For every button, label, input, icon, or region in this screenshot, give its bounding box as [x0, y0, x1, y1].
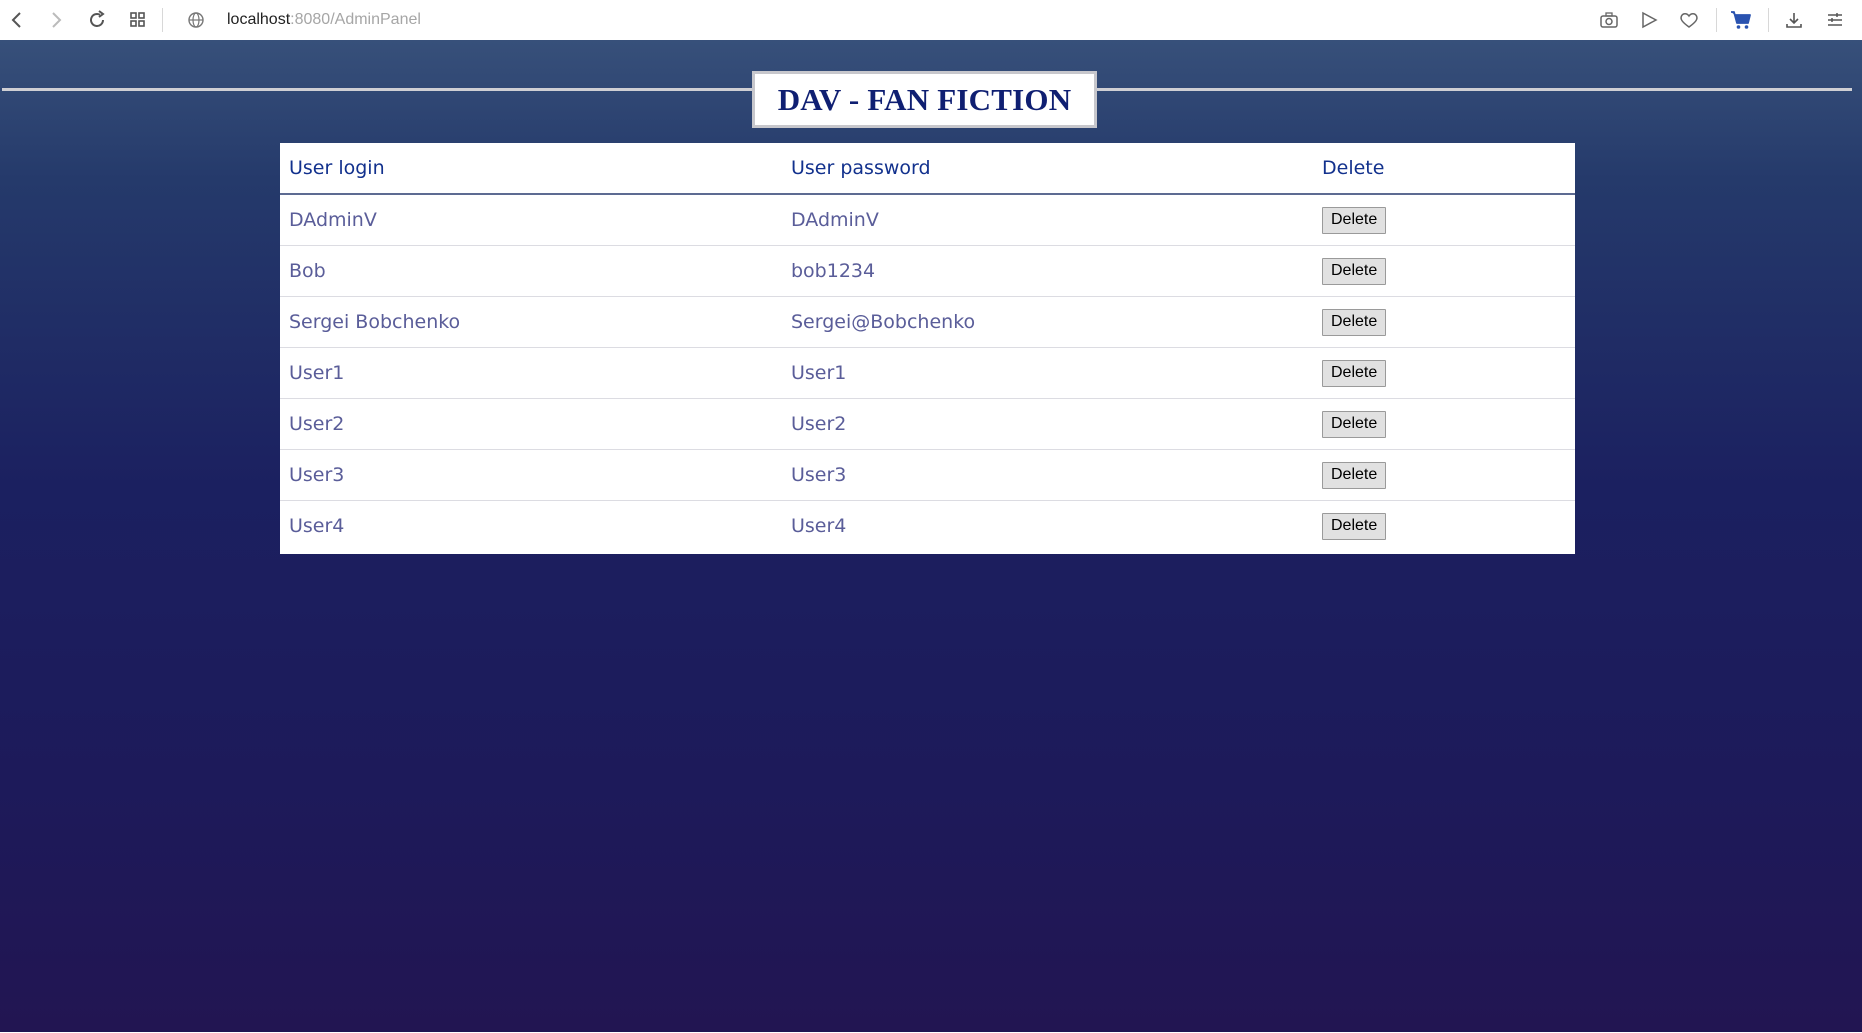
delete-button[interactable]: Delete [1322, 410, 1387, 438]
address-bar[interactable]: localhost:8080/AdminPanel [227, 9, 421, 31]
delete-button[interactable]: Delete [1322, 257, 1387, 285]
delete-cell: Delete [1313, 398, 1575, 450]
delete-button[interactable]: Delete [1322, 206, 1387, 234]
user-password-cell: Sergei@Bobchenko [782, 296, 1313, 348]
header-user-password: User password [782, 143, 1313, 195]
user-login-cell: Bob [280, 245, 782, 297]
browser-toolbar: localhost:8080/AdminPanel [0, 0, 1862, 41]
user-login-cell: User4 [289, 515, 345, 537]
heart-icon[interactable] [1677, 8, 1701, 32]
forward-icon[interactable] [44, 8, 68, 32]
user-password-cell: User2 [782, 398, 1313, 450]
header-user-login: User login [280, 143, 782, 195]
user-login-cell: Sergei Bobchenko [280, 296, 782, 348]
table-row: Sergei Bobchenko Sergei@Bobchenko Delete [280, 296, 1575, 348]
toolbar-separator [1716, 8, 1717, 32]
users-table: User login User password Delete DAdminV … [280, 143, 1575, 551]
user-login-cell: User2 [280, 398, 782, 450]
delete-cell: Delete [1313, 347, 1575, 399]
user-password-cell: DAdminV [782, 194, 1313, 246]
table-row: Bob bob1234 Delete [280, 245, 1575, 297]
tabs-grid-icon[interactable] [126, 8, 150, 32]
page-content: DAV - FAN FICTION User login User passwo… [0, 40, 1862, 1032]
users-panel: User login User password Delete DAdminV … [280, 143, 1575, 554]
user-password-cell: User1 [782, 347, 1313, 399]
user-login-cell: User1 [280, 347, 782, 399]
table-header-row: User login User password Delete [280, 143, 1575, 195]
globe-icon [184, 8, 208, 32]
table-row: User3 User3 Delete [280, 449, 1575, 501]
page-title: DAV - FAN FICTION [777, 81, 1072, 117]
delete-cell: Delete [1313, 296, 1575, 348]
user-password-cell: User3 [782, 449, 1313, 501]
delete-cell: Delete [1313, 449, 1575, 501]
delete-button[interactable]: Delete [1322, 461, 1387, 489]
user-login-cell: User3 [280, 449, 782, 501]
toolbar-separator [1768, 8, 1769, 32]
download-icon[interactable] [1782, 8, 1806, 32]
cart-icon[interactable] [1729, 8, 1753, 32]
delete-cell: Delete [1313, 194, 1575, 246]
delete-button[interactable]: Delete [1322, 308, 1387, 336]
delete-button[interactable]: Delete [1322, 512, 1387, 540]
reload-icon[interactable] [85, 8, 109, 32]
menu-icon[interactable] [1823, 8, 1847, 32]
header-delete: Delete [1313, 143, 1575, 195]
table-row: User2 User2 Delete [280, 398, 1575, 450]
title-box: DAV - FAN FICTION [752, 71, 1097, 128]
user-password-cell: User4 [791, 515, 847, 537]
url-path: :8080/AdminPanel [290, 11, 421, 28]
table-row: DAdminV DAdminV Delete [280, 194, 1575, 246]
url-host: localhost [227, 11, 291, 28]
camera-icon[interactable] [1597, 8, 1621, 32]
table-row: User4 User4 Delete [280, 501, 1575, 552]
user-login-cell: DAdminV [280, 194, 782, 246]
user-password-cell: bob1234 [782, 245, 1313, 297]
table-row: User1 User1 Delete [280, 347, 1575, 399]
delete-cell: Delete [1313, 501, 1575, 552]
back-icon[interactable] [5, 8, 29, 32]
delete-cell: Delete [1313, 245, 1575, 297]
send-icon[interactable] [1637, 8, 1661, 32]
delete-button[interactable]: Delete [1322, 359, 1387, 387]
toolbar-separator [162, 8, 163, 32]
